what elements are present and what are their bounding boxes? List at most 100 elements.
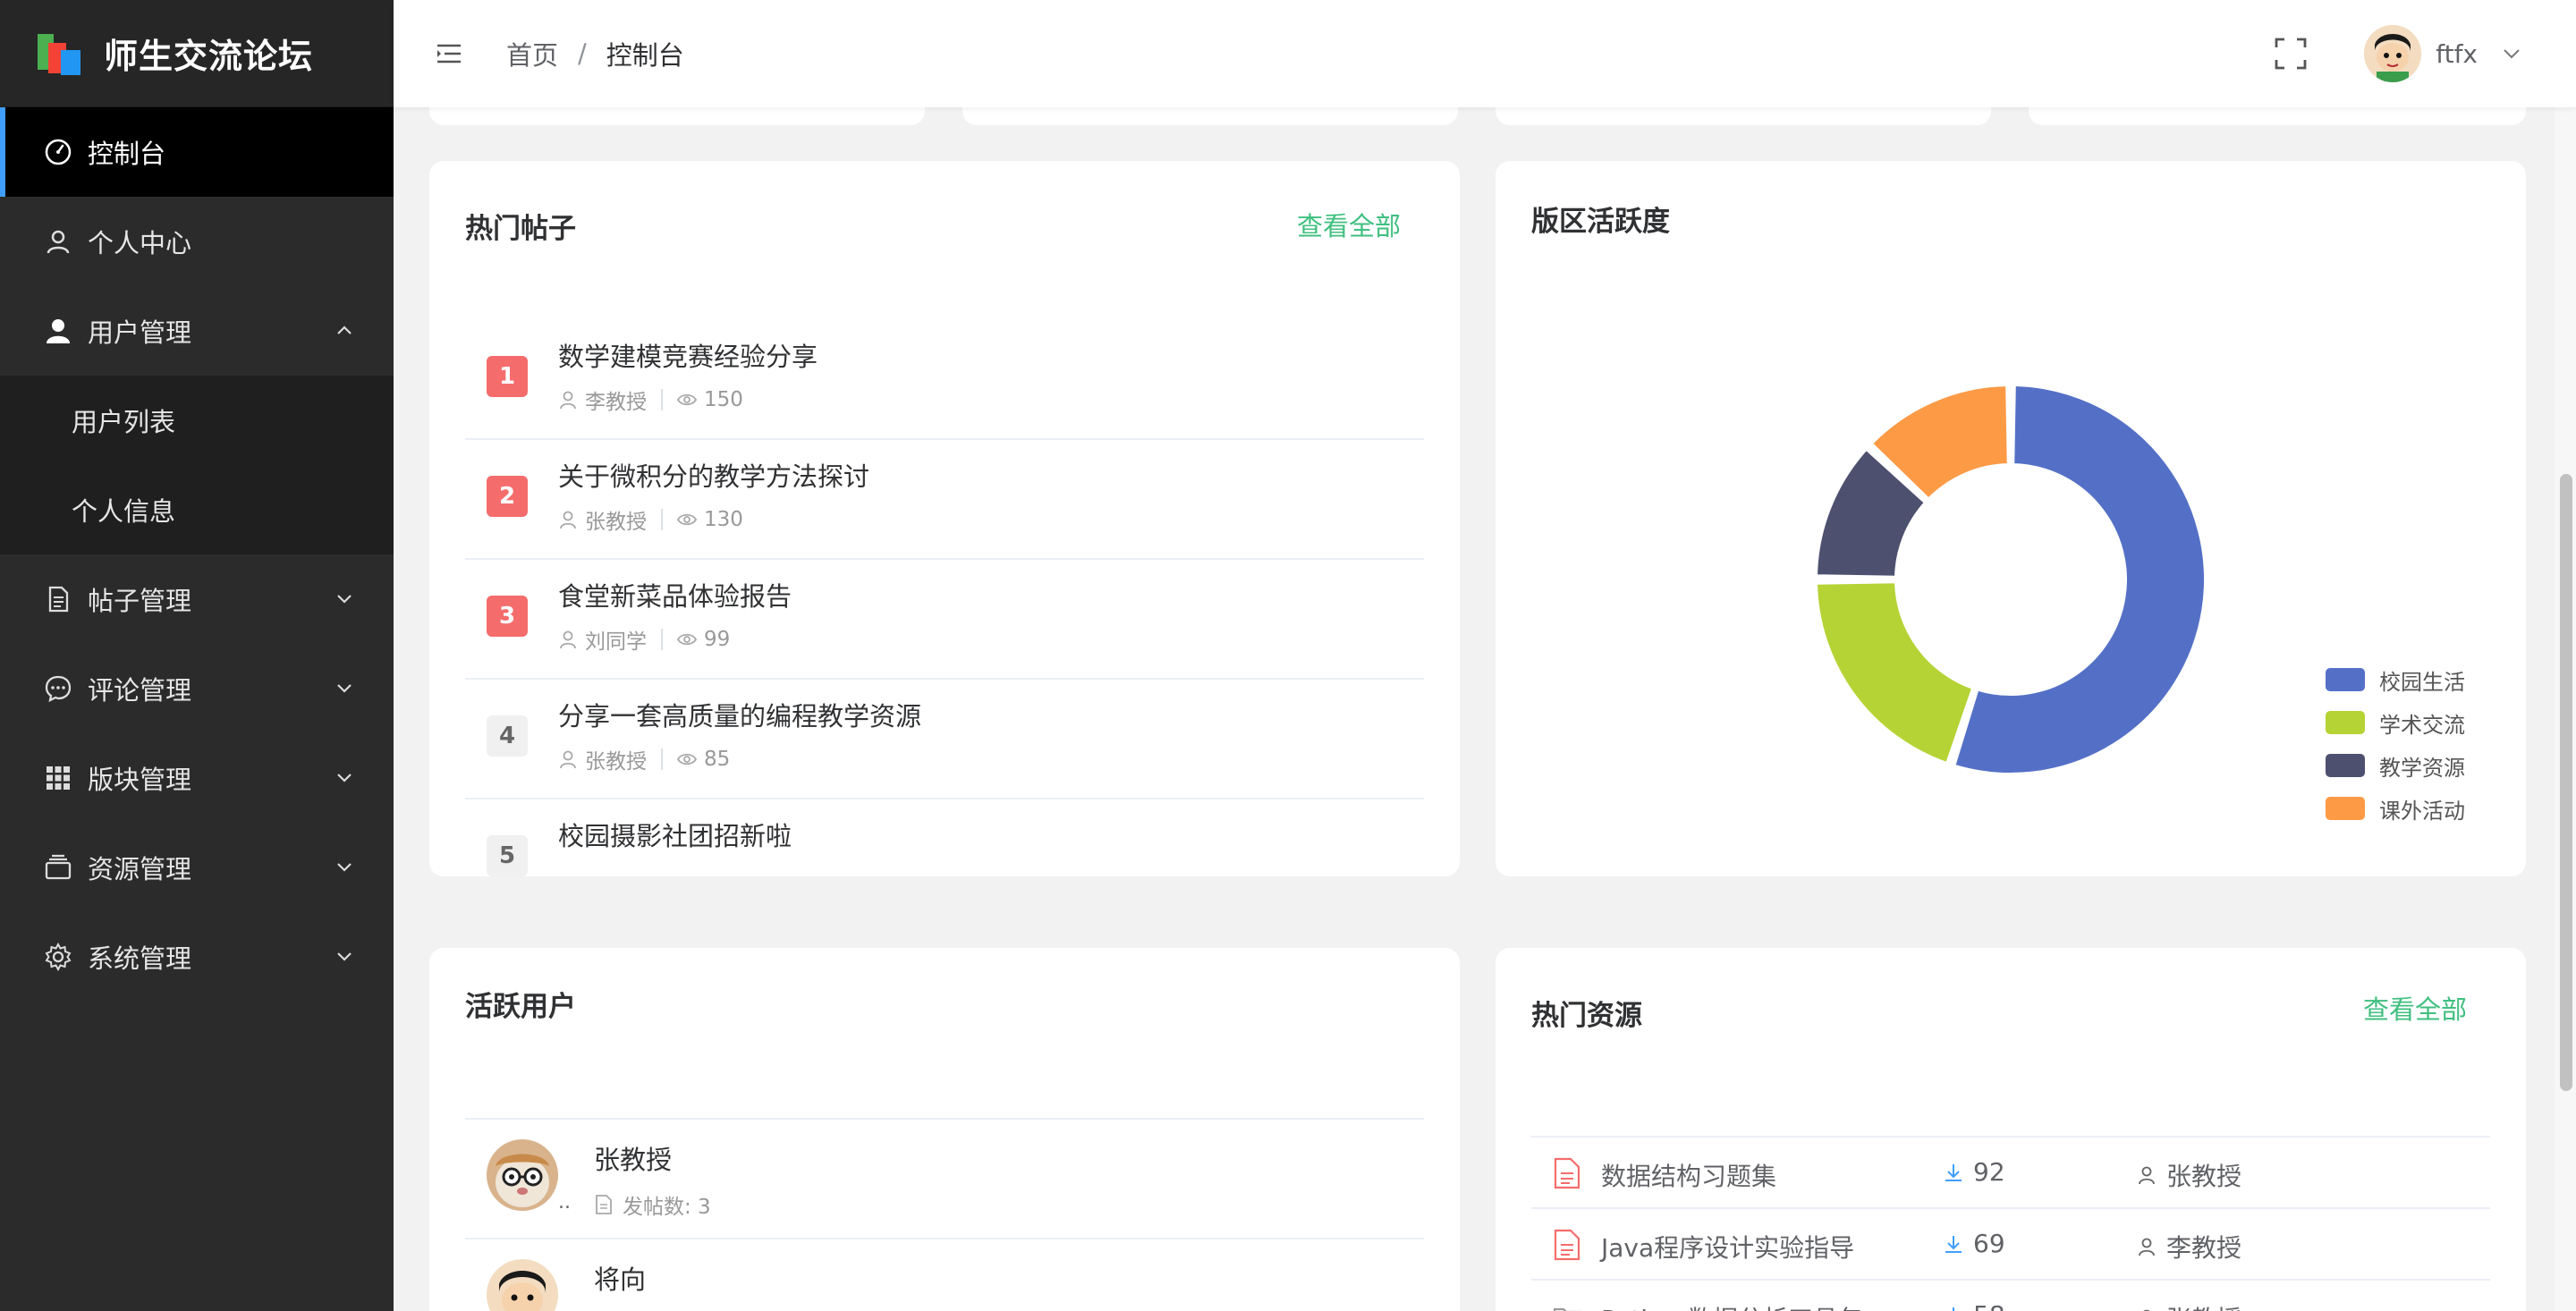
post-item[interactable]: 2 关于微积分的教学方法探讨 张教授 130 <box>465 440 1424 560</box>
post-author: 张教授 <box>585 750 647 774</box>
sidebar-item-profile[interactable]: 个人中心 <box>0 197 394 286</box>
donut-slice-2[interactable] <box>1814 579 1976 766</box>
chat-icon <box>43 673 73 704</box>
sidebar-item-user-management[interactable]: 用户管理 <box>0 286 394 376</box>
legend-item[interactable]: 课外活动 <box>2326 787 2465 830</box>
page-scrollbar-thumb[interactable] <box>2560 474 2572 1091</box>
post-title[interactable]: 分享一套高质量的编程教学资源 <box>558 696 921 733</box>
sidebar-item-user-list[interactable]: 用户列表 <box>0 376 394 465</box>
resource-downloads: 69 <box>1973 1229 2005 1258</box>
folder-icon <box>43 852 73 883</box>
app-logo[interactable]: 师生交流论坛 <box>0 0 394 107</box>
eye-icon <box>677 393 697 406</box>
resource-author: 张教授 <box>2166 1162 2242 1191</box>
post-title[interactable]: 食堂新菜品体验报告 <box>558 576 792 613</box>
legend-label: 学术交流 <box>2379 712 2465 738</box>
grid-icon <box>43 763 73 793</box>
resource-author: 李教授 <box>2166 1233 2242 1263</box>
user-management-submenu: 用户列表 个人信息 <box>0 376 394 554</box>
user-name[interactable]: 将向 <box>594 1259 646 1297</box>
hot-resources-card: 热门资源 查看全部 数据结构习题集 92 张教授 Java程序设计实验指导 69… <box>1496 948 2526 1311</box>
post-author: 刘同学 <box>585 630 647 654</box>
user-icon <box>560 391 576 410</box>
legend-item[interactable]: 学术交流 <box>2326 701 2465 744</box>
menu-toggle-icon[interactable] <box>431 36 467 72</box>
sidebar-item-label: 个人中心 <box>88 228 192 258</box>
resource-name[interactable]: Python数据分析工具包 <box>1601 1300 1863 1311</box>
document-icon <box>596 1195 612 1214</box>
sidebar-item-label: 控制台 <box>88 139 166 169</box>
user-icon <box>43 226 73 257</box>
user-icon <box>560 630 576 649</box>
post-item[interactable]: 4 分享一套高质量的编程教学资源 张教授 85 <box>465 680 1424 799</box>
view-all-posts-link[interactable]: 查看全部 <box>1297 206 1401 243</box>
sidebar-item-label: 帖子管理 <box>88 586 192 616</box>
legend-label: 教学资源 <box>2379 755 2465 781</box>
sidebar-item-personal-info[interactable]: 个人信息 <box>0 465 394 554</box>
sidebar-item-post-management[interactable]: 帖子管理 <box>0 554 394 644</box>
dashboard-icon <box>43 137 73 167</box>
legend-label: 校园生活 <box>2379 669 2465 695</box>
post-item[interactable]: 5 校园摄影社团招新啦 <box>465 799 1424 876</box>
card-title: 活跃用户 <box>465 991 576 1023</box>
sidebar-item-comment-management[interactable]: 评论管理 <box>0 644 394 733</box>
rank-badge: 1 <box>487 356 528 397</box>
legend-item[interactable]: 教学资源 <box>2326 744 2465 787</box>
sidebar-item-dashboard[interactable]: 控制台 <box>0 107 394 197</box>
post-views: 150 <box>704 388 743 411</box>
download-icon <box>1945 1235 1962 1253</box>
user-item[interactable]: 将向 <box>465 1238 1424 1311</box>
user-icon <box>560 750 576 769</box>
chevron-down-icon[interactable] <box>2501 43 2522 64</box>
top-header: 首页 / 控制台 ftfx <box>394 0 2576 107</box>
folder-icon <box>1553 1307 1581 1311</box>
chevron-down-icon <box>337 774 352 782</box>
fullscreen-icon[interactable] <box>2273 36 2309 72</box>
sidebar-item-label: 资源管理 <box>88 854 192 884</box>
resource-name[interactable]: Java程序设计实验指导 <box>1601 1229 1854 1264</box>
user-name[interactable]: 张教授 <box>594 1139 672 1177</box>
resource-name[interactable]: 数据结构习题集 <box>1601 1157 1776 1193</box>
sidebar-item-board-management[interactable]: 版块管理 <box>0 733 394 823</box>
legend-swatch <box>2326 668 2365 691</box>
user-icon <box>2139 1238 2155 1256</box>
resource-item[interactable]: 数据结构习题集 92 张教授 <box>1531 1136 2490 1207</box>
avatar[interactable] <box>2364 25 2422 82</box>
card-title: 热门帖子 <box>465 213 576 245</box>
legend-item[interactable]: 校园生活 <box>2326 658 2465 701</box>
post-title[interactable]: 数学建模竞赛经验分享 <box>558 336 818 374</box>
chevron-down-icon <box>337 684 352 693</box>
resource-downloads: 92 <box>1973 1157 2005 1187</box>
post-author: 张教授 <box>585 511 647 534</box>
download-icon <box>1953 1307 1954 1311</box>
post-title[interactable]: 关于微积分的教学方法探讨 <box>558 456 869 494</box>
breadcrumb-home[interactable]: 首页 <box>506 35 558 72</box>
chevron-down-icon <box>337 595 352 604</box>
sidebar-item-label: 用户列表 <box>72 407 176 437</box>
avatar[interactable] <box>487 1139 558 1211</box>
avatar[interactable] <box>487 1259 558 1311</box>
eye-icon <box>677 513 697 526</box>
file-icon <box>1554 1229 1580 1261</box>
sidebar: 师生交流论坛 控制台 个人中心 用户管理 用户列表 个人信息 帖子管理 评论管理… <box>0 0 394 1311</box>
user-item[interactable]: .. 张教授 发帖数: 3 <box>465 1118 1424 1238</box>
sidebar-item-label: 个人信息 <box>72 496 176 527</box>
view-all-resources-link[interactable]: 查看全部 <box>2363 989 2467 1027</box>
sidebar-item-label: 评论管理 <box>88 675 192 706</box>
post-item[interactable]: 3 食堂新菜品体验报告 刘同学 99 <box>465 560 1424 680</box>
user-icon <box>2139 1166 2155 1185</box>
chevron-down-icon <box>337 952 352 961</box>
username[interactable]: ftfx <box>2436 39 2478 69</box>
legend-swatch <box>2326 711 2365 734</box>
resource-item[interactable]: Java程序设计实验指导 69 李教授 <box>1531 1207 2490 1279</box>
resource-author: 张教授 <box>2166 1300 2241 1311</box>
resource-item[interactable]: Python数据分析工具包 58 张教授 <box>1531 1279 2490 1311</box>
post-author: 李教授 <box>585 391 647 414</box>
post-title[interactable]: 校园摄影社团招新啦 <box>558 816 792 853</box>
resource-downloads: 58 <box>1973 1300 2005 1311</box>
file-icon <box>1554 1157 1580 1189</box>
user-solid-icon <box>43 316 73 346</box>
sidebar-item-resource-management[interactable]: 资源管理 <box>0 823 394 912</box>
post-item[interactable]: 1 数学建模竞赛经验分享 李教授 150 <box>465 320 1424 440</box>
sidebar-item-system-management[interactable]: 系统管理 <box>0 912 394 1002</box>
